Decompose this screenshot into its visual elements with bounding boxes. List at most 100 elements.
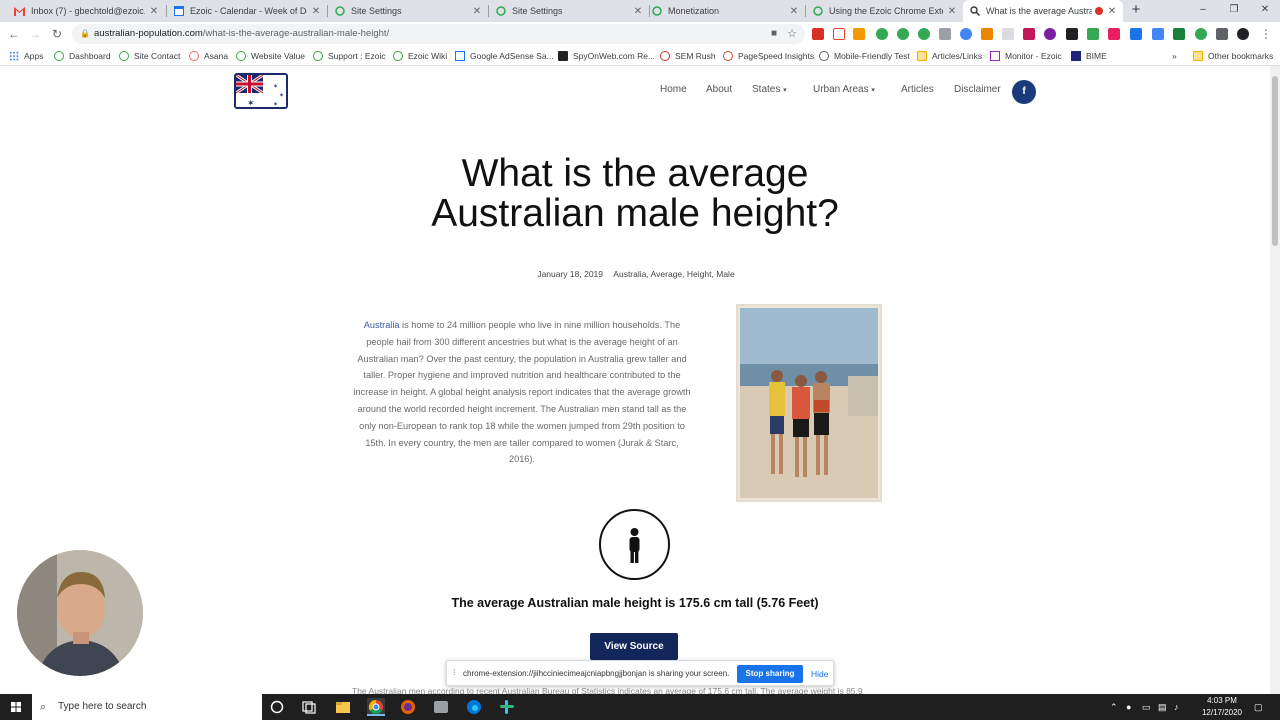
extension-icon[interactable] (1108, 28, 1120, 40)
hide-button[interactable]: Hide (811, 661, 828, 687)
bookmark-item[interactable]: Articles/Links (917, 46, 982, 66)
bookmark-item[interactable]: Dashboard (54, 46, 111, 66)
cortana-icon[interactable] (268, 698, 286, 716)
nav-articles[interactable]: Articles (901, 84, 934, 95)
extension-icon[interactable] (812, 28, 824, 40)
file-explorer-icon[interactable] (334, 698, 352, 716)
volume-icon[interactable]: ♪ (1174, 694, 1179, 720)
extension-icon[interactable] (1066, 28, 1078, 40)
category-link[interactable]: Height (687, 269, 712, 279)
category-link[interactable]: Average (651, 269, 683, 279)
taskbar-search-input[interactable]: ⌕ Type here to search (32, 694, 262, 720)
extension-icon[interactable] (853, 28, 865, 40)
extension-icon[interactable] (1044, 28, 1056, 40)
bookmark-item[interactable]: Asana (189, 46, 228, 66)
close-tab-icon[interactable]: ✕ (311, 6, 321, 17)
bookmark-item[interactable]: Monitor - Ezoic (990, 46, 1062, 66)
extension-icon[interactable] (1087, 28, 1099, 40)
new-tab-button[interactable]: + (1128, 2, 1144, 18)
ezoic-icon (334, 6, 345, 17)
taskbar-clock[interactable]: 4:03 PM 12/17/2020 (1196, 695, 1248, 719)
tab-gmail[interactable]: Inbox (7) - gbechtold@ezoic.com ✕ (8, 0, 165, 22)
close-tab-icon[interactable]: ✕ (633, 6, 643, 17)
slack-icon[interactable] (498, 698, 516, 716)
windows-start-icon[interactable] (0, 694, 32, 720)
bookmark-item[interactable]: BIME (1071, 46, 1107, 66)
menu-dots-icon[interactable]: ⋮ (1258, 26, 1274, 42)
bookmark-item[interactable]: Site Contact (119, 46, 180, 66)
bookmark-item[interactable]: Website Value (236, 46, 305, 66)
category-link[interactable]: Australia (613, 269, 646, 279)
app-icon[interactable] (432, 698, 450, 716)
extension-icon[interactable] (918, 28, 930, 40)
nav-home[interactable]: Home (660, 84, 687, 95)
extension-icon[interactable] (1023, 28, 1035, 40)
nav-states[interactable]: States ▾ (752, 84, 787, 95)
notifications-icon[interactable]: ▢ (1254, 694, 1263, 720)
close-tab-icon[interactable]: ✕ (1107, 6, 1117, 17)
view-source-button[interactable]: View Source (590, 633, 678, 660)
bookmarks-overflow-button[interactable]: » (1172, 46, 1177, 66)
category-link[interactable]: Male (716, 269, 734, 279)
extension-icon[interactable] (1152, 28, 1164, 40)
bookmark-star-icon[interactable]: ☆ (787, 24, 797, 44)
minimize-icon[interactable]: – (1188, 0, 1218, 22)
task-view-icon[interactable] (300, 698, 318, 716)
bookmark-item[interactable]: Support : Ezoic (313, 46, 386, 66)
extension-icon[interactable] (1195, 28, 1207, 40)
microphone-icon[interactable]: ● (1126, 694, 1131, 720)
close-tab-icon[interactable]: ✕ (472, 6, 482, 17)
firefox-icon[interactable] (399, 698, 417, 716)
close-tab-icon[interactable]: ✕ (789, 6, 799, 17)
tab-ezoic-extension[interactable]: Using the Ezoic Chrome Extensio ✕ (806, 0, 963, 22)
address-bar[interactable]: 🔒 australian-population.com/what-is-the-… (72, 24, 805, 44)
bookmark-item[interactable]: PageSpeed Insights (723, 46, 814, 66)
avatar[interactable] (1237, 28, 1249, 40)
australia-link[interactable]: Australia (364, 320, 400, 330)
page-scrollbar[interactable] (1270, 66, 1280, 694)
nav-about[interactable]: About (706, 84, 732, 95)
bookmark-apps[interactable]: Apps (9, 46, 43, 66)
puzzle-icon[interactable] (1216, 28, 1228, 40)
extension-icon[interactable] (939, 28, 951, 40)
bookmark-item[interactable]: SEM Rush (660, 46, 716, 66)
extension-icon[interactable] (1130, 28, 1142, 40)
restore-icon[interactable]: ❐ (1219, 0, 1249, 22)
extension-icon[interactable] (897, 28, 909, 40)
extension-icon[interactable] (1173, 28, 1185, 40)
tray-chevron-icon[interactable]: ⌃ (1110, 694, 1118, 720)
stop-sharing-button[interactable]: Stop sharing (737, 665, 803, 683)
extension-icon[interactable] (833, 28, 845, 40)
network-icon[interactable]: ▤ (1158, 694, 1167, 720)
reload-icon[interactable]: ↻ (49, 26, 65, 42)
tab-calendar[interactable]: Ezoic - Calendar - Week of Dece ✕ (167, 0, 327, 22)
nav-disclaimer[interactable]: Disclaimer (954, 84, 1001, 95)
edge-icon[interactable] (465, 698, 483, 716)
close-tab-icon[interactable]: ✕ (149, 6, 159, 17)
tab-site-settings-1[interactable]: Site Settings ✕ (328, 0, 488, 22)
forward-arrow-icon[interactable]: → (27, 26, 43, 42)
battery-icon[interactable]: ▭ (1142, 694, 1151, 720)
bookmark-item[interactable]: Mobile-Friendly Test (819, 46, 910, 66)
extension-icon[interactable] (1002, 28, 1014, 40)
drag-handle-icon[interactable]: ⁞ (453, 667, 456, 677)
extension-icon[interactable] (960, 28, 972, 40)
other-bookmarks[interactable]: Other bookmarks (1193, 46, 1273, 66)
bookmark-item[interactable]: Google AdSense Sa... (455, 46, 554, 66)
site-logo[interactable]: ✶ ✶ ✶ ✶ (234, 73, 288, 109)
scrollbar-thumb[interactable] (1272, 76, 1278, 246)
back-arrow-icon[interactable]: ← (6, 26, 22, 42)
close-window-icon[interactable]: ✕ (1250, 0, 1280, 22)
extension-icon[interactable] (876, 28, 888, 40)
chrome-taskbar-icon[interactable] (367, 698, 385, 716)
camera-icon[interactable]: ■ (771, 24, 777, 44)
extension-icon[interactable] (981, 28, 993, 40)
tab-monetization[interactable]: Monetization ✕ (645, 0, 805, 22)
facebook-icon[interactable]: f (1012, 80, 1036, 104)
bookmark-item[interactable]: Ezoic Wiki (393, 46, 447, 66)
nav-urban-areas[interactable]: Urban Areas ▾ (813, 84, 875, 95)
tab-active-australian-height[interactable]: What is the average Australia ✕ (963, 0, 1123, 22)
tab-site-settings-2[interactable]: Site Settings ✕ (489, 0, 649, 22)
bookmark-item[interactable]: SpyOnWeb.com Re... (558, 46, 655, 66)
close-tab-icon[interactable]: ✕ (947, 6, 957, 17)
